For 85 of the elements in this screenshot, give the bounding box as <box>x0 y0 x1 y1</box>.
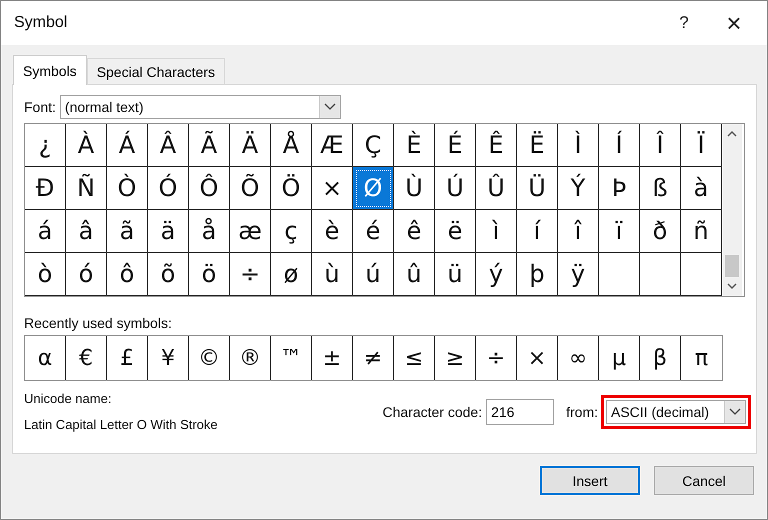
symbol-cell[interactable]: ó <box>66 253 107 296</box>
empty-cell <box>599 253 640 296</box>
close-button[interactable]: × <box>709 3 759 43</box>
symbol-cell[interactable]: Û <box>476 167 517 210</box>
tab[interactable]: Symbols <box>13 55 87 85</box>
symbol-cell[interactable]: Ó <box>148 167 189 210</box>
scrollbar[interactable] <box>722 124 742 296</box>
symbol-cell[interactable]: Á <box>107 124 148 167</box>
unicode-name-label: Unicode name: <box>24 391 112 406</box>
from-label: from: <box>566 404 598 420</box>
symbol-cell[interactable]: ß <box>640 167 681 210</box>
symbol-cell[interactable]: Æ <box>312 124 353 167</box>
symbol-cell[interactable]: Ê <box>476 124 517 167</box>
symbol-cell[interactable]: Ø <box>353 167 394 210</box>
scroll-up-icon <box>727 130 737 137</box>
symbol-cell[interactable]: À <box>66 124 107 167</box>
symbol-cell[interactable]: Ò <box>107 167 148 210</box>
symbol-cell[interactable]: ê <box>394 210 435 253</box>
symbol-cell[interactable]: î <box>558 210 599 253</box>
symbol-cell[interactable]: ¿ <box>25 124 66 167</box>
symbol-cell[interactable]: È <box>394 124 435 167</box>
symbol-cell[interactable]: Ù <box>394 167 435 210</box>
symbol-cell[interactable]: Ô <box>189 167 230 210</box>
symbol-cell[interactable]: Ì <box>558 124 599 167</box>
empty-cell <box>640 253 681 296</box>
symbol-cell[interactable]: ë <box>435 210 476 253</box>
symbol-cell[interactable]: ý <box>476 253 517 296</box>
symbol-cell[interactable]: Ã <box>189 124 230 167</box>
symbol-cell[interactable]: ÷ <box>230 253 271 296</box>
symbol-cell[interactable]: ò <box>25 253 66 296</box>
symbol-cell[interactable]: û <box>394 253 435 296</box>
symbol-cell[interactable]: É <box>435 124 476 167</box>
symbol-cell[interactable]: â <box>66 210 107 253</box>
font-label: Font: <box>24 99 56 115</box>
symbol-cell[interactable]: å <box>189 210 230 253</box>
character-code-field[interactable]: 216 <box>486 398 554 424</box>
symbol-cell[interactable]: Ö <box>271 167 312 210</box>
symbol-cell[interactable]: Ð <box>25 167 66 210</box>
symbol-cell[interactable]: ä <box>148 210 189 253</box>
symbol-cell[interactable]: Ë <box>517 124 558 167</box>
symbol-cell[interactable]: Ü <box>517 167 558 210</box>
unicode-name: Latin Capital Letter O With Stroke <box>24 417 219 432</box>
scroll-thumb[interactable] <box>725 255 739 277</box>
window-title: Symbol <box>14 14 68 32</box>
symbol-cell[interactable]: ì <box>476 210 517 253</box>
symbol-cell[interactable]: ö <box>189 253 230 296</box>
chevron-down-icon <box>729 408 741 416</box>
symbol-cell[interactable]: á <box>25 210 66 253</box>
symbol-cell[interactable]: ü <box>435 253 476 296</box>
symbol-cell[interactable]: ï <box>599 210 640 253</box>
from-dropdown[interactable]: ASCII (decimal) <box>606 400 746 424</box>
symbol-cell[interactable]: þ <box>517 253 558 296</box>
symbol-cell[interactable]: Î <box>640 124 681 167</box>
symbol-cell[interactable]: è <box>312 210 353 253</box>
symbol-cell[interactable]: Í <box>599 124 640 167</box>
tab[interactable]: Special Characters <box>86 58 225 84</box>
symbol-cell[interactable]: ø <box>271 253 312 296</box>
symbol-cell[interactable]: Ä <box>230 124 271 167</box>
symbol-cell[interactable]: Ý <box>558 167 599 210</box>
font-dropdown[interactable]: (normal text) <box>60 95 341 119</box>
recent-symbol[interactable]: π <box>681 336 722 380</box>
scroll-down-icon <box>727 283 737 290</box>
symbol-cell[interactable]: Þ <box>599 167 640 210</box>
symbol-cell[interactable]: ð <box>640 210 681 253</box>
symbol-cell[interactable]: Õ <box>230 167 271 210</box>
symbol-cell[interactable]: Å <box>271 124 312 167</box>
symbol-cell[interactable]: Ú <box>435 167 476 210</box>
symbol-cell[interactable]: Ñ <box>66 167 107 210</box>
symbol-cell[interactable]: é <box>353 210 394 253</box>
symbol-cell[interactable]: ã <box>107 210 148 253</box>
symbol-cell[interactable]: ù <box>312 253 353 296</box>
symbol-cell[interactable]: í <box>517 210 558 253</box>
symbol-cell[interactable]: æ <box>230 210 271 253</box>
recent-symbols-label: Recently used symbols: <box>24 315 173 331</box>
symbol-cell[interactable]: ç <box>271 210 312 253</box>
symbol-cell[interactable]: Â <box>148 124 189 167</box>
symbol-cell[interactable]: ÿ <box>558 253 599 296</box>
symbol-cell[interactable]: ô <box>107 253 148 296</box>
dialog-button[interactable]: Cancel <box>654 466 754 495</box>
chevron-down-icon <box>324 103 336 111</box>
character-code-label: Character code: <box>382 404 482 420</box>
symbol-cell[interactable]: ú <box>353 253 394 296</box>
dialog-button[interactable]: Insert <box>540 466 640 495</box>
symbol-cell[interactable]: õ <box>148 253 189 296</box>
help-button[interactable]: ? <box>659 3 709 43</box>
